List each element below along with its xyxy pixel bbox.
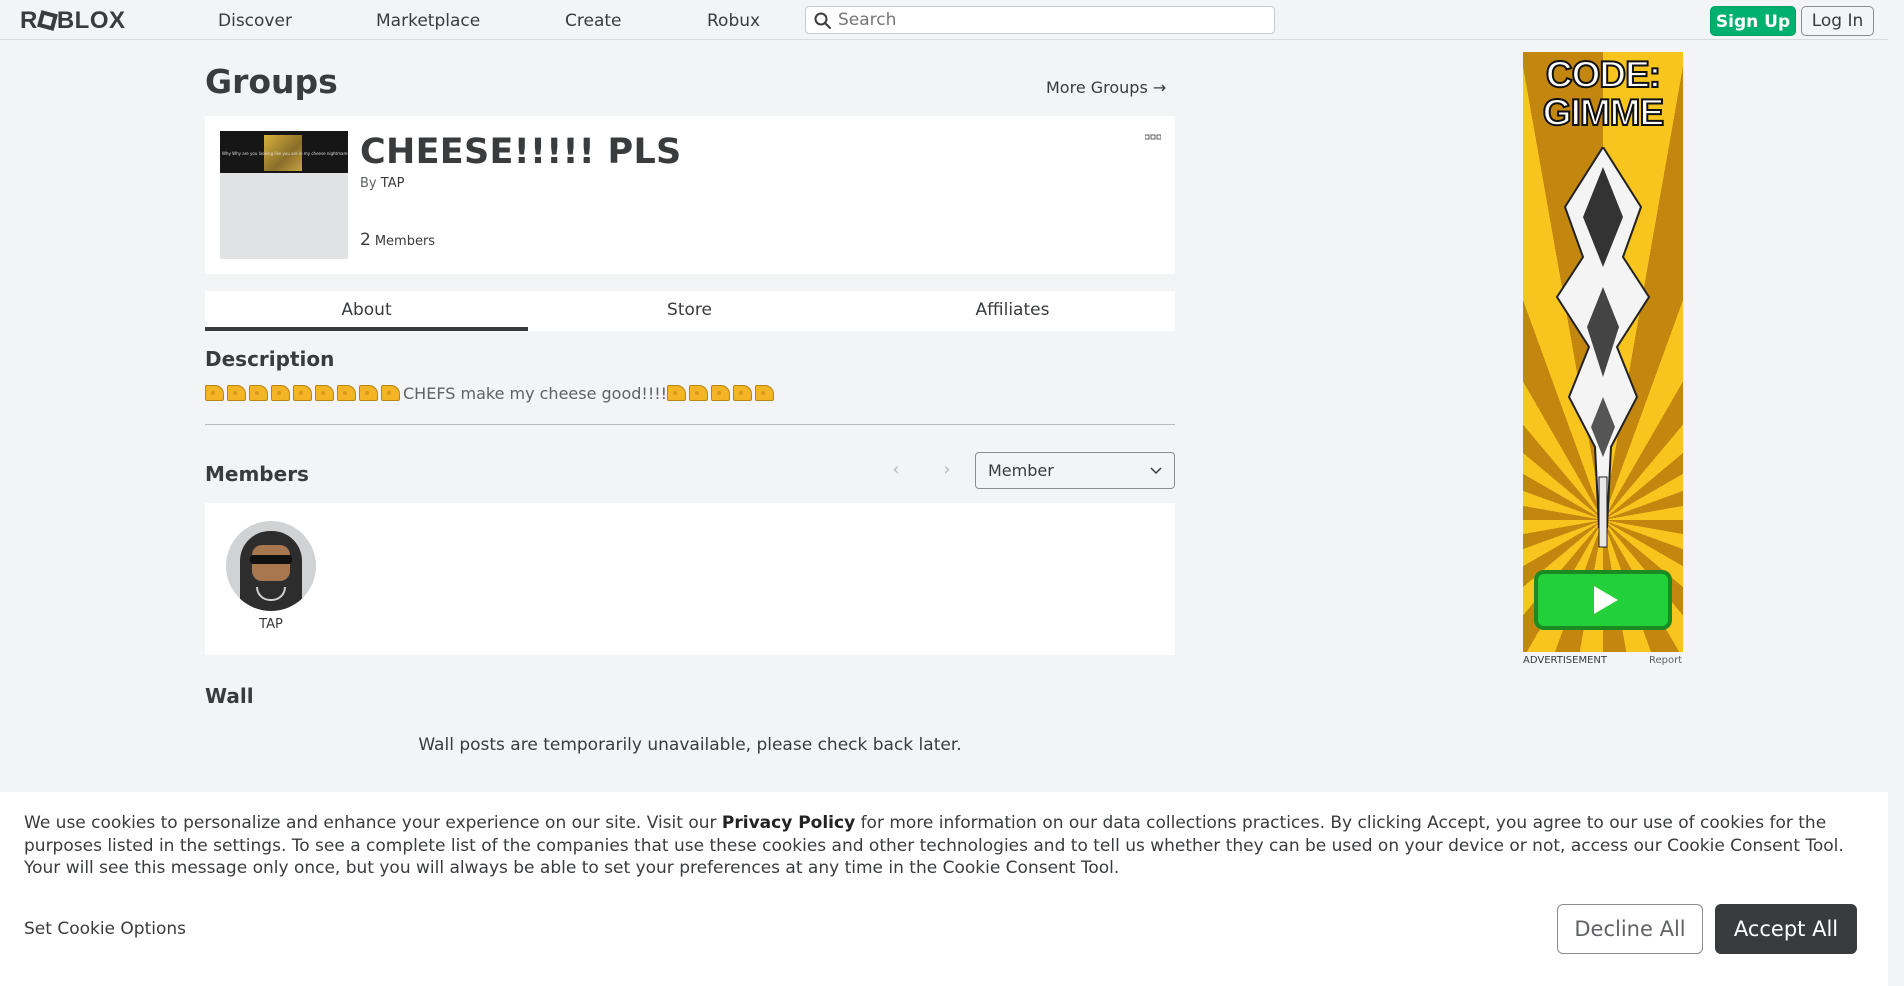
wall-unavailable-message: Wall posts are temporarily unavailable, … xyxy=(418,735,962,755)
accept-all-button[interactable]: Accept All xyxy=(1715,904,1857,954)
cheese-emoji-icon xyxy=(337,385,356,401)
cheese-emoji-icon xyxy=(689,385,709,401)
tab-affiliates[interactable]: Affiliates xyxy=(851,291,1174,331)
description-text: CHEFS make my cheese good!!!! xyxy=(205,384,777,403)
group-header-card: Why Why are you looking like you are in … xyxy=(205,116,1175,274)
cheese-emoji-icon xyxy=(711,385,731,401)
top-navigation-bar: R BLOX Discover Marketplace Create Robux … xyxy=(0,0,1904,40)
cheese-emoji-icon xyxy=(271,385,290,401)
nav-link-discover[interactable]: Discover xyxy=(218,11,292,31)
member-name[interactable]: TAP xyxy=(226,617,316,632)
search-input[interactable] xyxy=(838,9,1258,31)
group-name: CHEESE!!!!! PLS xyxy=(360,132,682,172)
report-ad-link[interactable]: Report xyxy=(1649,655,1682,666)
chevron-down-icon xyxy=(1150,467,1162,475)
cheese-emoji-group-end xyxy=(667,384,777,403)
log-in-button[interactable]: Log In xyxy=(1801,6,1874,36)
more-groups-link[interactable]: More Groups → xyxy=(1046,78,1166,97)
member-avatar[interactable] xyxy=(226,521,316,611)
group-owner-line: By TAP xyxy=(360,176,404,191)
privacy-policy-link[interactable]: Privacy Policy xyxy=(722,813,855,833)
cheese-emoji-icon xyxy=(733,385,753,401)
members-list: TAP xyxy=(205,503,1175,655)
cheese-emoji-icon xyxy=(227,385,246,401)
avatar-sunglasses xyxy=(250,555,292,564)
description-body: CHEFS make my cheese good!!!! xyxy=(403,384,668,403)
advertisement-banner[interactable]: CODE: GIMME xyxy=(1523,52,1683,652)
more-options-icon[interactable] xyxy=(1145,134,1161,140)
cheese-emoji-icon xyxy=(667,385,687,401)
scrollbar-track[interactable] xyxy=(1888,0,1904,986)
cookie-consent-banner: We use cookies to personalize and enhanc… xyxy=(0,792,1888,986)
chevron-right-icon[interactable]: › xyxy=(937,460,957,480)
group-emblem: Why Why are you looking like you are in … xyxy=(220,131,348,259)
tab-store[interactable]: Store xyxy=(528,291,851,331)
cheese-emoji-icon xyxy=(359,385,378,401)
members-heading: Members xyxy=(205,462,309,486)
cheese-emoji-icon xyxy=(293,385,312,401)
nav-link-marketplace[interactable]: Marketplace xyxy=(376,11,480,31)
chevron-left-icon[interactable]: ‹ xyxy=(886,460,906,480)
emblem-caption: Why Why are you looking like you are in … xyxy=(222,151,348,156)
cheese-emoji-icon xyxy=(315,385,334,401)
cookie-consent-text: We use cookies to personalize and enhanc… xyxy=(24,812,1869,880)
set-cookie-options-link[interactable]: Set Cookie Options xyxy=(24,919,186,939)
member-count: 2 Members xyxy=(360,230,435,250)
cookie-text-intro: We use cookies to personalize and enhanc… xyxy=(24,813,722,833)
section-divider xyxy=(205,424,1175,425)
cheese-emoji-icon xyxy=(205,385,224,401)
cheese-emoji-icon xyxy=(381,385,400,401)
group-owner-link[interactable]: TAP xyxy=(381,176,405,191)
ad-headline-line-2: GIMME xyxy=(1542,92,1665,133)
logo-square-icon xyxy=(36,10,58,31)
role-select-dropdown[interactable]: Member xyxy=(975,452,1175,489)
ad-headline-line-1: CODE: xyxy=(1545,54,1662,95)
by-label: By xyxy=(360,176,377,191)
nav-link-robux[interactable]: Robux xyxy=(707,11,760,31)
description-heading: Description xyxy=(205,347,335,371)
logo-text-start: R xyxy=(20,7,38,34)
cheese-emoji-icon xyxy=(755,385,775,401)
page-title: Groups xyxy=(205,62,338,101)
wall-heading: Wall xyxy=(205,684,254,708)
tab-about[interactable]: About xyxy=(205,291,528,331)
ad-headline: CODE: GIMME xyxy=(1523,54,1683,133)
member-count-label: Members xyxy=(374,234,436,249)
member-count-value: 2 xyxy=(360,230,371,250)
role-select-value: Member xyxy=(988,461,1054,480)
decline-all-button[interactable]: Decline All xyxy=(1557,904,1703,954)
cheese-emoji-group-start xyxy=(205,384,403,403)
emblem-image: Why Why are you looking like you are in … xyxy=(220,131,348,173)
advertisement-label: ADVERTISEMENT xyxy=(1523,655,1608,666)
group-tabs: About Store Affiliates xyxy=(205,291,1175,331)
logo-text-end: BLOX xyxy=(56,7,126,34)
roblox-logo[interactable]: R BLOX xyxy=(20,7,126,35)
search-icon[interactable] xyxy=(814,12,832,30)
nav-link-create[interactable]: Create xyxy=(565,11,622,31)
sign-up-button[interactable]: Sign Up xyxy=(1710,6,1796,36)
search-box xyxy=(805,6,1275,34)
cheese-emoji-icon xyxy=(249,385,268,401)
play-button-icon xyxy=(1534,570,1672,630)
sword-blade-icon xyxy=(1555,147,1651,548)
